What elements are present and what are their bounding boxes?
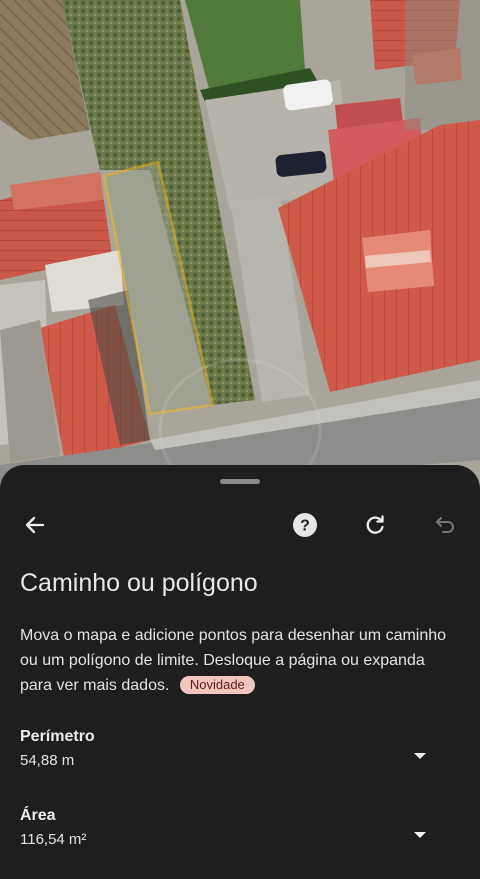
back-button[interactable]	[15, 505, 55, 545]
perimeter-row[interactable]: Perímetro 54,88 m	[0, 728, 480, 784]
area-value: 116,54 m²	[20, 831, 87, 848]
arrow-left-icon	[25, 516, 45, 534]
perimeter-label: Perímetro	[20, 728, 95, 745]
refresh-icon	[366, 515, 384, 534]
svg-text:?: ?	[300, 518, 310, 535]
refresh-button[interactable]	[355, 505, 395, 545]
panel-title: Caminho ou polígono	[20, 569, 258, 597]
area-expand-button[interactable]	[404, 819, 436, 851]
perimeter-expand-button[interactable]	[404, 740, 436, 772]
area-row[interactable]: Área 116,54 m²	[0, 807, 480, 863]
help-icon: ?	[293, 513, 317, 537]
undo-button[interactable]	[425, 505, 465, 545]
undo-icon	[436, 517, 454, 533]
panel-description: Mova o mapa e adicione pontos para desen…	[20, 623, 460, 698]
bottom-sheet: ? Caminho ou polígono Mova o mapa e adic…	[0, 465, 480, 879]
area-label: Área	[20, 807, 56, 824]
chevron-down-icon	[414, 753, 426, 759]
satellite-map[interactable]	[0, 0, 480, 500]
chevron-down-icon	[414, 832, 426, 838]
help-button[interactable]: ?	[285, 505, 325, 545]
new-badge: Novidade	[179, 676, 255, 694]
drag-handle[interactable]	[220, 479, 260, 484]
sheet-toolbar: ?	[0, 505, 480, 545]
map-imagery	[0, 0, 480, 500]
perimeter-value: 54,88 m	[20, 752, 75, 769]
